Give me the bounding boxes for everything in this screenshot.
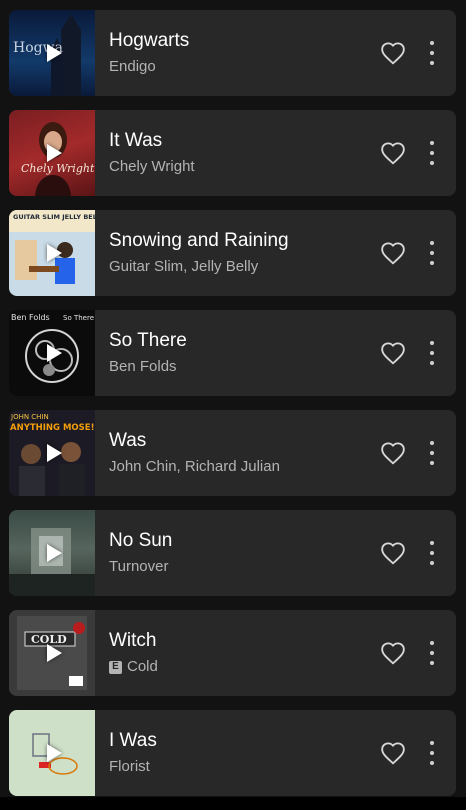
play-icon[interactable] (46, 344, 62, 362)
track-title: So There (109, 330, 187, 351)
heart-icon[interactable] (379, 340, 407, 366)
track-artist: John Chin, Richard Julian (109, 458, 280, 475)
more-options-icon[interactable] (427, 441, 437, 465)
play-icon[interactable] (46, 444, 62, 462)
track-artist: E Cold (109, 658, 379, 676)
track-artist: Ben Folds (109, 358, 177, 375)
track-row[interactable]: No Sun Turnover (9, 510, 456, 596)
track-list: Hogwa Hogwarts Endigo Chely Wright It Wa… (0, 0, 466, 810)
track-title: Hogwarts (109, 30, 190, 51)
play-icon[interactable] (46, 144, 62, 162)
track-row[interactable]: I Was Florist (9, 710, 456, 796)
track-artist: Florist (109, 758, 150, 775)
track-row[interactable]: COLD Witch E Cold (9, 610, 456, 696)
album-art-lettering: Chely Wright (21, 162, 95, 175)
track-title: Witch (109, 630, 157, 651)
more-options-icon[interactable] (427, 241, 437, 265)
track-row[interactable]: Chely Wright It Was Chely Wright (9, 110, 456, 196)
track-title: I Was (109, 730, 157, 751)
track-artist: Guitar Slim, Jelly Belly (109, 258, 259, 275)
play-icon[interactable] (46, 744, 62, 762)
heart-icon[interactable] (379, 240, 407, 266)
more-options-icon[interactable] (427, 141, 437, 165)
track-row[interactable]: Hogwa Hogwarts Endigo (9, 10, 456, 96)
track-row[interactable]: Ben Folds So There So There Ben Folds (9, 310, 456, 396)
album-art[interactable]: Hogwa (9, 10, 95, 96)
explicit-badge: E (109, 660, 122, 674)
more-options-icon[interactable] (427, 741, 437, 765)
more-options-icon[interactable] (427, 341, 437, 365)
more-options-icon[interactable] (427, 541, 437, 565)
heart-icon[interactable] (379, 40, 407, 66)
play-icon[interactable] (46, 644, 62, 662)
track-row[interactable]: GUITAR SLIM JELLY BELLY Snowing and Rain… (9, 210, 456, 296)
more-options-icon[interactable] (427, 641, 437, 665)
bottom-edge (0, 797, 466, 810)
album-art[interactable]: Ben Folds So There (9, 310, 95, 396)
album-art-lettering: JOHN CHIN (10, 413, 49, 421)
track-artist: Endigo (109, 58, 156, 75)
album-art-lettering: Ben Folds (11, 313, 50, 322)
track-title: No Sun (109, 530, 173, 551)
album-art-lettering: So There (63, 314, 94, 322)
track-title: Was (109, 430, 147, 451)
play-icon[interactable] (46, 244, 62, 262)
track-title: Snowing and Raining (109, 230, 289, 251)
heart-icon[interactable] (379, 740, 407, 766)
track-artist: Turnover (109, 558, 169, 575)
album-art[interactable] (9, 510, 95, 596)
heart-icon[interactable] (379, 640, 407, 666)
album-art-lettering: GUITAR SLIM JELLY BELLY (13, 213, 95, 221)
heart-icon[interactable] (379, 140, 407, 166)
track-title: It Was (109, 130, 163, 151)
album-art[interactable]: Chely Wright (9, 110, 95, 196)
heart-icon[interactable] (379, 540, 407, 566)
track-row[interactable]: JOHN CHIN ANYTHING MOSE! Was John Chin, … (9, 410, 456, 496)
track-artist: Chely Wright (109, 158, 195, 175)
album-art[interactable] (9, 710, 95, 796)
album-art[interactable]: JOHN CHIN ANYTHING MOSE! (9, 410, 95, 496)
album-art[interactable]: GUITAR SLIM JELLY BELLY (9, 210, 95, 296)
album-art[interactable]: COLD (9, 610, 95, 696)
play-icon[interactable] (46, 44, 62, 62)
album-art-lettering: ANYTHING MOSE! (10, 423, 94, 433)
heart-icon[interactable] (379, 440, 407, 466)
more-options-icon[interactable] (427, 41, 437, 65)
play-icon[interactable] (46, 544, 62, 562)
